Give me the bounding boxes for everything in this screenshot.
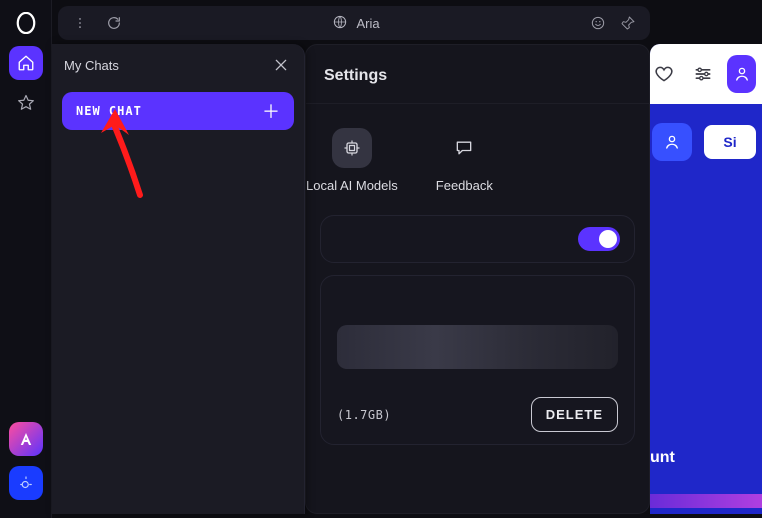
- menu-dots-icon[interactable]: [68, 11, 92, 35]
- settings-panel: Settings Local AI Models Feedback: [305, 44, 650, 514]
- tab-label: Feedback: [436, 178, 493, 193]
- my-chats-panel: My Chats NEW CHAT ＋: [52, 44, 305, 514]
- filters-icon[interactable]: [689, 55, 718, 93]
- toggle-knob: [599, 230, 617, 248]
- signin-fragment-button[interactable]: Si: [702, 123, 758, 161]
- feature-toggle[interactable]: [578, 227, 620, 251]
- bookmark-button[interactable]: [9, 86, 43, 120]
- address-title[interactable]: Aria: [136, 14, 576, 33]
- globe-icon: [332, 14, 348, 33]
- chat-bubble-icon: [444, 128, 484, 168]
- plus-icon: ＋: [262, 98, 280, 124]
- address-text: Aria: [356, 16, 379, 31]
- background-page: Si unt: [650, 44, 762, 514]
- smile-icon[interactable]: [586, 11, 610, 35]
- chip-icon: [332, 128, 372, 168]
- settings-title: Settings: [306, 45, 649, 104]
- my-chats-title: My Chats: [64, 58, 119, 73]
- pin-icon[interactable]: [616, 11, 640, 35]
- gradient-strip: [650, 494, 762, 508]
- new-chat-label: NEW CHAT: [76, 104, 142, 118]
- user-chip-icon[interactable]: [652, 123, 692, 161]
- model-section: (1.7GB) DELETE: [320, 275, 635, 445]
- delete-button[interactable]: DELETE: [531, 397, 618, 432]
- user-pill-icon[interactable]: [727, 55, 756, 93]
- progress-placeholder: [337, 325, 618, 369]
- address-bar: Aria: [58, 6, 650, 40]
- aria-app-icon[interactable]: [9, 422, 43, 456]
- tab-feedback[interactable]: Feedback: [436, 128, 493, 193]
- toggle-section: [320, 215, 635, 263]
- tab-label: Local AI Models: [306, 178, 398, 193]
- opera-logo: [9, 6, 43, 40]
- text-fragment: unt: [650, 449, 762, 467]
- home-button[interactable]: [9, 46, 43, 80]
- new-chat-button[interactable]: NEW CHAT ＋: [62, 92, 294, 130]
- reload-icon[interactable]: [102, 11, 126, 35]
- player-app-icon[interactable]: [9, 466, 43, 500]
- close-icon[interactable]: [270, 54, 292, 76]
- heart-icon[interactable]: [650, 55, 679, 93]
- model-size-text: (1.7GB): [337, 408, 391, 422]
- tab-local-models[interactable]: Local AI Models: [306, 128, 398, 193]
